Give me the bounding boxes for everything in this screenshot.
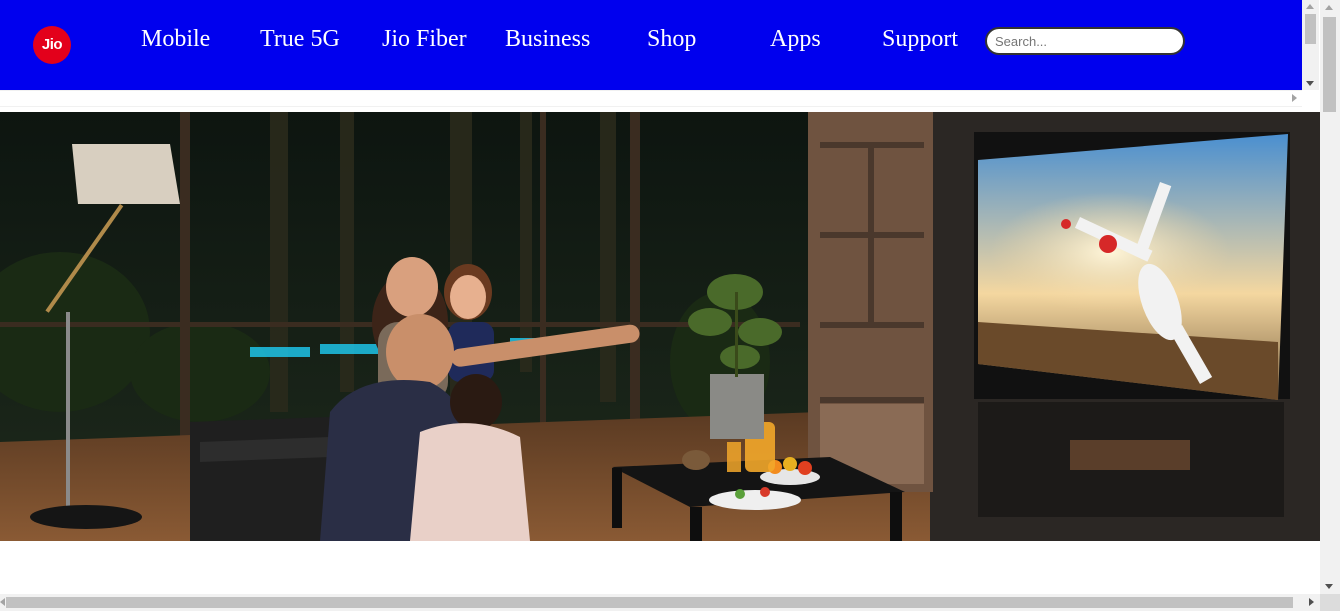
site-header: Jio Mobile True 5G Jio Fiber Business Sh… [0, 0, 1302, 90]
nav-item-business[interactable]: Business [505, 24, 590, 54]
scrollbar-thumb[interactable] [6, 597, 1293, 608]
scroll-right-arrow-icon[interactable] [1309, 598, 1314, 606]
scrollbar-corner [1320, 594, 1340, 611]
scrollbar-thumb[interactable] [1323, 17, 1336, 112]
nav-item-shop[interactable]: Shop [647, 24, 696, 54]
nav-item-apps[interactable]: Apps [770, 24, 821, 54]
scroll-down-arrow-icon[interactable] [1306, 81, 1314, 86]
scroll-up-arrow-icon[interactable] [1325, 5, 1333, 10]
nav-item-jio-fiber[interactable]: Jio Fiber [382, 24, 467, 54]
scrollbar-track[interactable] [0, 91, 1302, 106]
scroll-down-arrow-icon[interactable] [1325, 584, 1333, 589]
nav-item-support[interactable]: Support [882, 24, 958, 54]
nav-item-mobile[interactable]: Mobile [141, 24, 210, 54]
search-input[interactable] [985, 27, 1185, 55]
hero-banner-image [0, 112, 1320, 541]
scroll-up-arrow-icon[interactable] [1306, 4, 1314, 9]
page-horizontal-scrollbar[interactable] [0, 594, 1320, 611]
scroll-left-arrow-icon[interactable] [0, 598, 5, 606]
hero-illustration [0, 112, 1320, 541]
page-vertical-scrollbar[interactable] [1320, 0, 1340, 594]
nav-item-true-5g[interactable]: True 5G [260, 24, 340, 54]
scrollbar-thumb[interactable] [1305, 14, 1316, 44]
scroll-right-arrow-icon[interactable] [1292, 94, 1297, 102]
header-frame-vertical-scrollbar[interactable] [1302, 0, 1319, 90]
jio-logo[interactable]: Jio [33, 26, 71, 64]
header-frame-horizontal-scrollbar[interactable] [0, 90, 1302, 107]
